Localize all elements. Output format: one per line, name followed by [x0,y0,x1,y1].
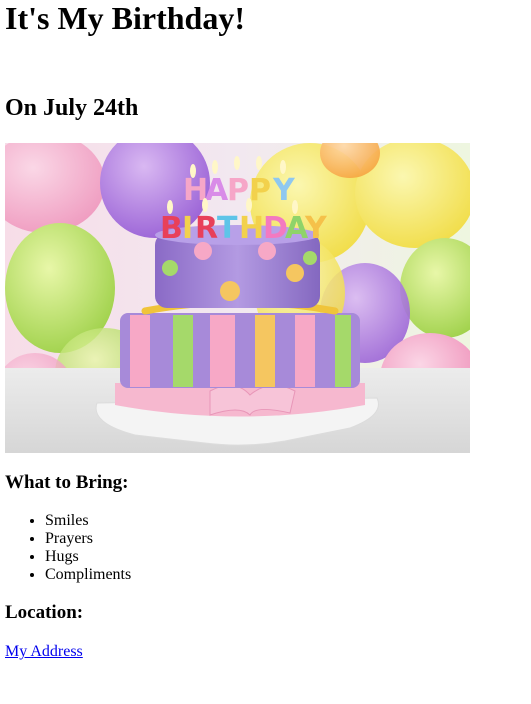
list-item: Compliments [45,566,131,584]
date-heading: On July 24th [5,95,139,121]
list-item: Hugs [45,548,131,566]
location-heading: Location: [5,602,84,623]
svg-text:P: P [249,173,271,208]
svg-text:Y: Y [304,211,328,246]
svg-text:P: P [227,173,249,208]
what-to-bring-list: Smiles Prayers Hugs Compliments [5,512,131,584]
svg-text:I: I [182,211,193,246]
svg-text:R: R [195,211,218,246]
list-item: Prayers [45,530,131,548]
svg-text:H: H [239,211,264,246]
list-item: Smiles [45,512,131,530]
what-to-bring-heading: What to Bring: [5,472,129,493]
page: It's My Birthday! On July 24th H A P P Y… [0,0,531,704]
svg-text:Y: Y [272,173,296,208]
svg-text:A: A [205,173,229,208]
svg-text:B: B [160,211,183,246]
page-title: It's My Birthday! [5,0,245,36]
address-link[interactable]: My Address [5,643,83,661]
svg-text:T: T [217,211,238,246]
birthday-cake-image: H A P P Y B I R T H D A Y [5,143,470,453]
